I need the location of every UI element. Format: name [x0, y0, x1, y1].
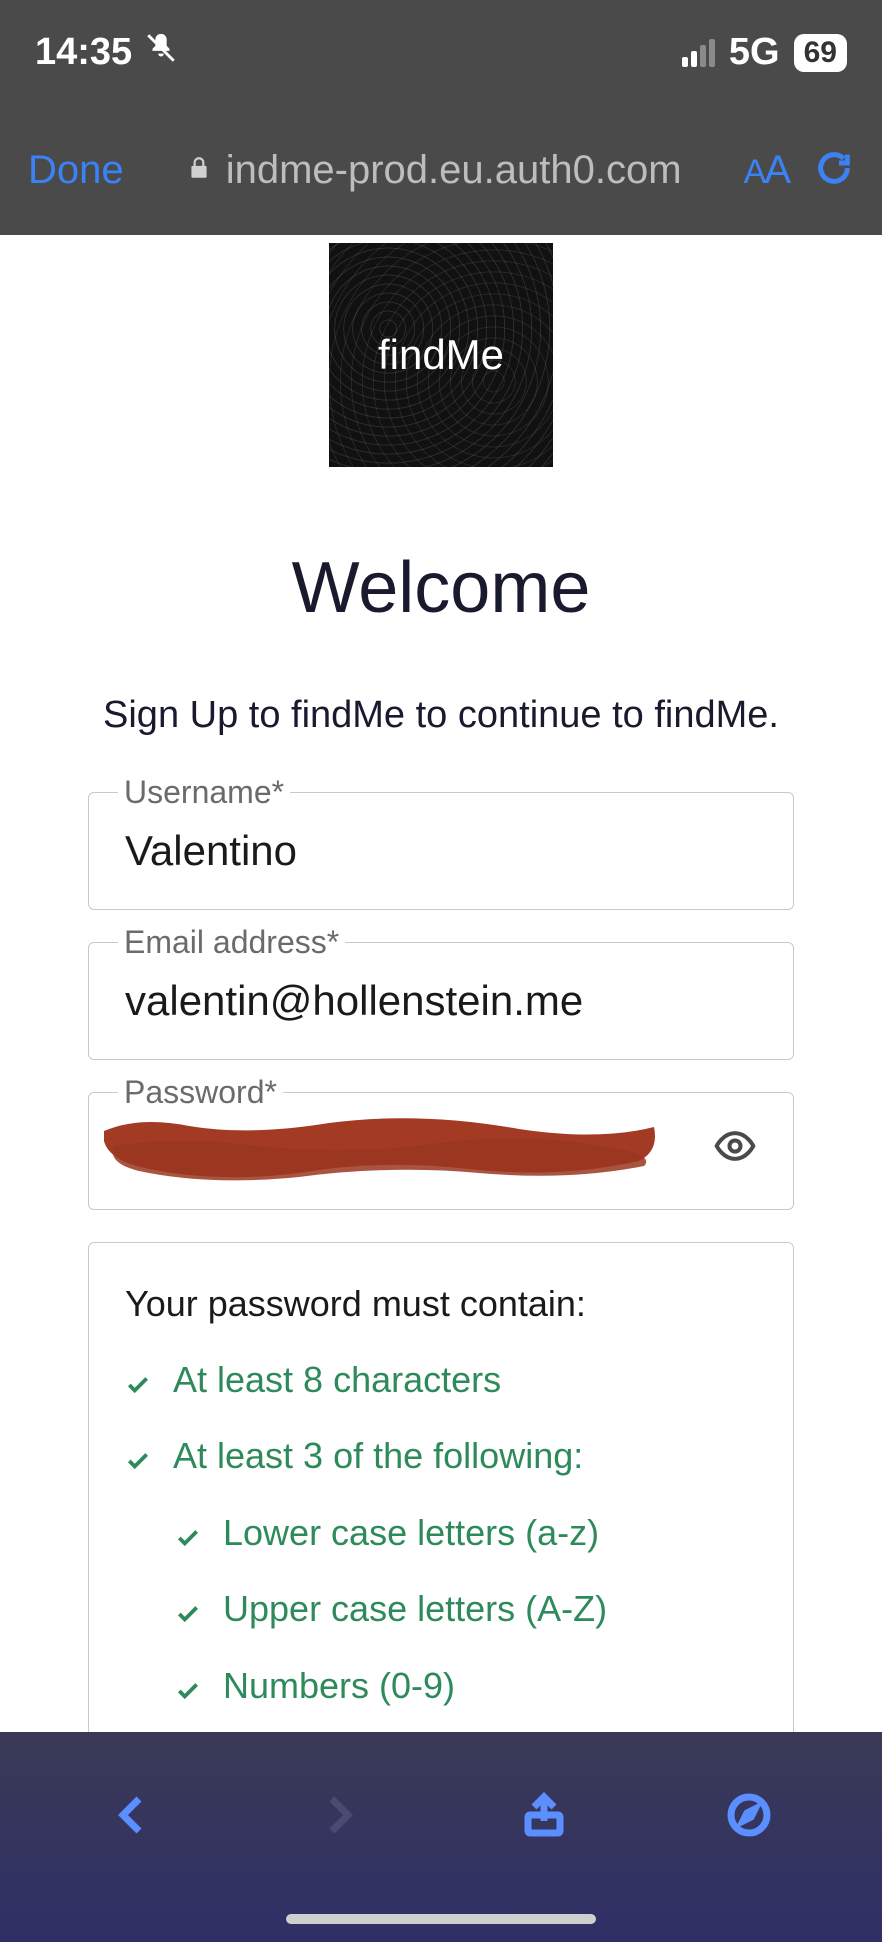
username-input[interactable]: [125, 827, 757, 875]
battery-level: 69: [794, 34, 847, 72]
page-subtitle: Sign Up to findMe to continue to findMe.: [0, 694, 882, 737]
browser-header: Done indme-prod.eu.auth0.com AA: [0, 105, 882, 235]
password-field-wrap: Password*: [88, 1092, 794, 1210]
page-title: Welcome: [0, 547, 882, 629]
logo-text: findMe: [378, 331, 504, 379]
rule-subitem: Upper case letters (A-Z): [175, 1584, 757, 1640]
cellular-signal-icon: [682, 39, 715, 67]
email-field-wrap: Email address*: [88, 942, 794, 1060]
status-time: 14:35: [35, 31, 132, 74]
rule-item: At least 8 characters: [125, 1355, 757, 1411]
forward-button: [314, 1791, 362, 1844]
email-input[interactable]: [125, 977, 757, 1025]
check-icon: [175, 1590, 201, 1640]
status-bar: 14:35 5G 69: [0, 0, 882, 105]
silent-mode-icon: [144, 31, 178, 75]
password-input[interactable]: [125, 1127, 713, 1175]
check-icon: [125, 1361, 151, 1411]
back-button[interactable]: [109, 1791, 157, 1844]
lock-icon: [186, 153, 212, 188]
url-text: indme-prod.eu.auth0.com: [226, 148, 682, 193]
username-field-wrap: Username*: [88, 792, 794, 910]
text-size-button[interactable]: AA: [744, 148, 789, 193]
page-content: findMe Welcome Sign Up to findMe to cont…: [0, 243, 882, 1945]
open-in-safari-button[interactable]: [725, 1791, 773, 1844]
address-bar[interactable]: indme-prod.eu.auth0.com: [149, 148, 719, 193]
app-logo: findMe: [329, 243, 553, 467]
rule-subitem: Lower case letters (a-z): [175, 1508, 757, 1564]
share-button[interactable]: [520, 1791, 568, 1844]
username-label: Username*: [118, 774, 290, 811]
password-label: Password*: [118, 1074, 283, 1111]
check-icon: [125, 1437, 151, 1487]
home-indicator[interactable]: [286, 1914, 596, 1924]
rules-title: Your password must contain:: [125, 1283, 757, 1325]
check-icon: [175, 1667, 201, 1717]
done-button[interactable]: Done: [28, 148, 124, 193]
check-icon: [175, 1514, 201, 1564]
reload-button[interactable]: [814, 148, 854, 193]
browser-toolbar: [0, 1732, 882, 1942]
email-label: Email address*: [118, 924, 345, 961]
network-type: 5G: [729, 31, 780, 74]
rule-subitem: Numbers (0-9): [175, 1661, 757, 1717]
toggle-password-visibility-button[interactable]: [713, 1124, 757, 1178]
rule-item: At least 3 of the following:: [125, 1431, 757, 1487]
